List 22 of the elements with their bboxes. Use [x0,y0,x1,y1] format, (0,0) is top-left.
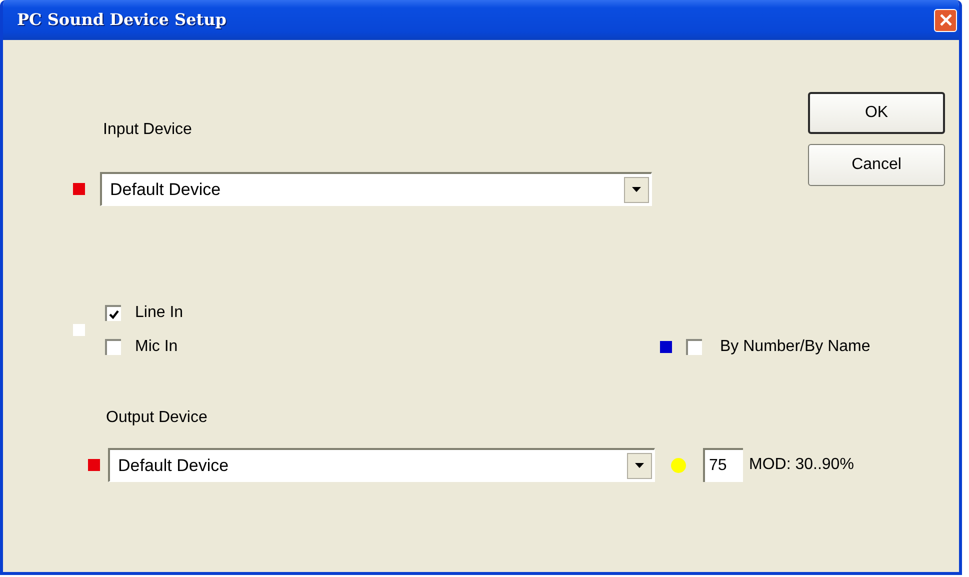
caret-icon [632,187,641,192]
dropdown[interactable]: Default Device [108,448,655,482]
caret-icon [635,463,644,468]
window-title: PC Sound Device Setup [17,9,226,31]
checkbox-label: By Number/By Name [720,338,870,356]
checkbox-label: Line In [135,304,184,322]
dialog-button[interactable]: Cancel [808,144,945,186]
checkbox-label: Mic In [135,338,178,356]
check-icon [109,310,119,318]
number-field[interactable]: 75 [703,448,743,482]
dropdown-button[interactable] [627,452,652,478]
dialog-button[interactable]: OK [808,92,945,134]
field-label: Output Device [106,408,208,428]
close-button[interactable] [934,8,957,32]
checkbox[interactable] [105,339,121,355]
dropdown[interactable]: Default Device [100,172,652,206]
close-icon [940,14,952,26]
range-label: MOD: 30..90% [749,455,854,475]
field-label: Input Device [103,120,193,140]
checkbox[interactable] [686,339,702,355]
dropdown-button[interactable] [624,176,649,202]
checkbox[interactable] [105,305,121,321]
